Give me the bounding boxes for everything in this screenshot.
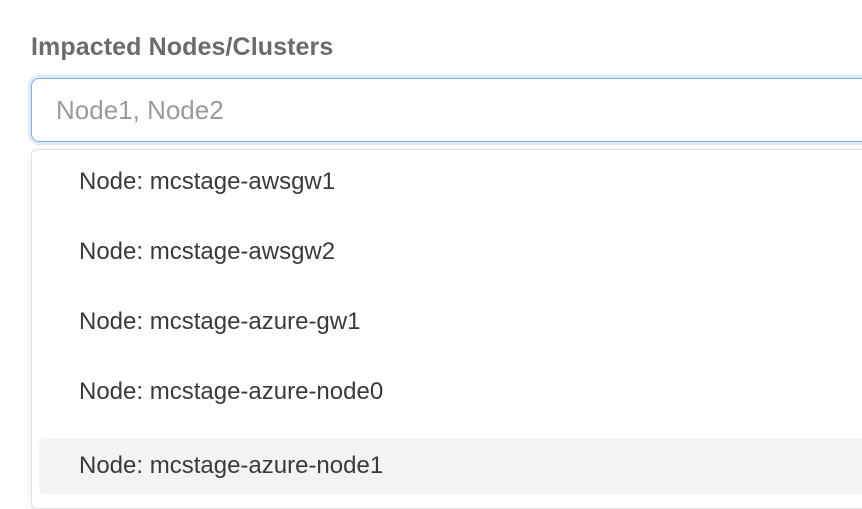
- impacted-nodes-label: Impacted Nodes/Clusters: [31, 33, 334, 61]
- dropdown-option-mcstage-awsgw2[interactable]: Node: mcstage-awsgw2: [39, 224, 862, 280]
- nodes-dropdown-menu: Node: mcstage-awsgw1 Node: mcstage-awsgw…: [31, 149, 862, 509]
- dropdown-option-mcstage-azure-gw1[interactable]: Node: mcstage-azure-gw1: [39, 294, 862, 350]
- dropdown-option-mcstage-azure-node1[interactable]: Node: mcstage-azure-node1: [39, 438, 862, 494]
- dropdown-option-mcstage-azure-node0[interactable]: Node: mcstage-azure-node0: [39, 364, 862, 420]
- impacted-nodes-input[interactable]: [31, 78, 862, 142]
- dropdown-option-mcstage-awsgw1[interactable]: Node: mcstage-awsgw1: [39, 154, 862, 210]
